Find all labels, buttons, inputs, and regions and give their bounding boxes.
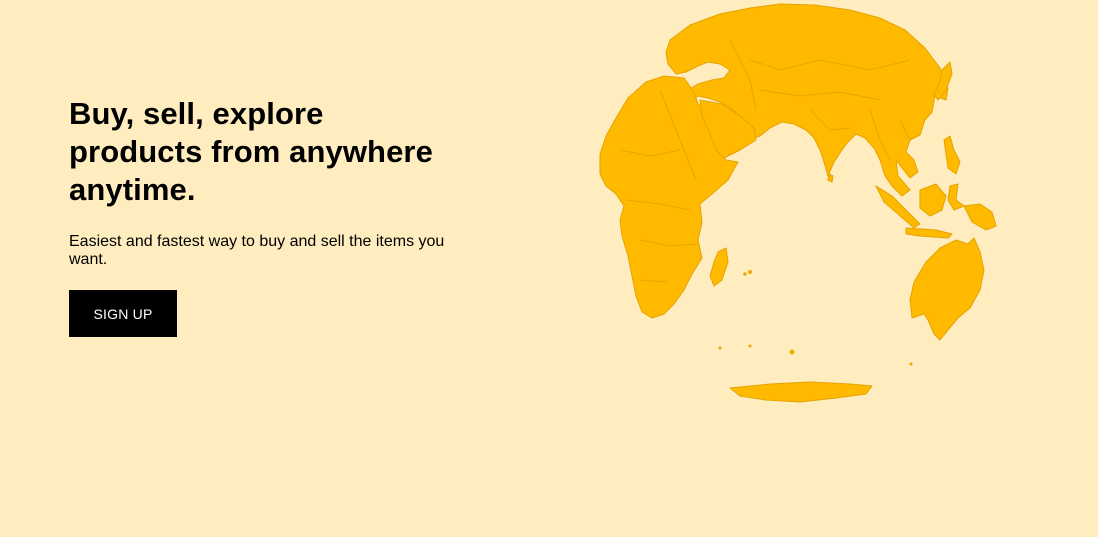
hero-subtext: Easiest and fastest way to buy and sell … — [69, 233, 445, 268]
antarctica-landmass — [729, 381, 873, 403]
hero-headline: Buy, sell, explore products from anywher… — [69, 96, 433, 207]
globe-map-icon — [599, 3, 997, 403]
indonesia-east-landmass — [919, 183, 965, 217]
signup-button[interactable]: SIGN UP — [69, 290, 177, 337]
australia-landmass — [909, 237, 985, 341]
srilanka-landmass — [827, 173, 834, 183]
hero-section: Buy, sell, explore products from anywher… — [69, 95, 469, 269]
newguinea-landmass — [963, 203, 997, 231]
philippines-landmass — [943, 135, 961, 175]
small-islands — [718, 270, 913, 366]
madagascar-landmass — [709, 247, 729, 287]
